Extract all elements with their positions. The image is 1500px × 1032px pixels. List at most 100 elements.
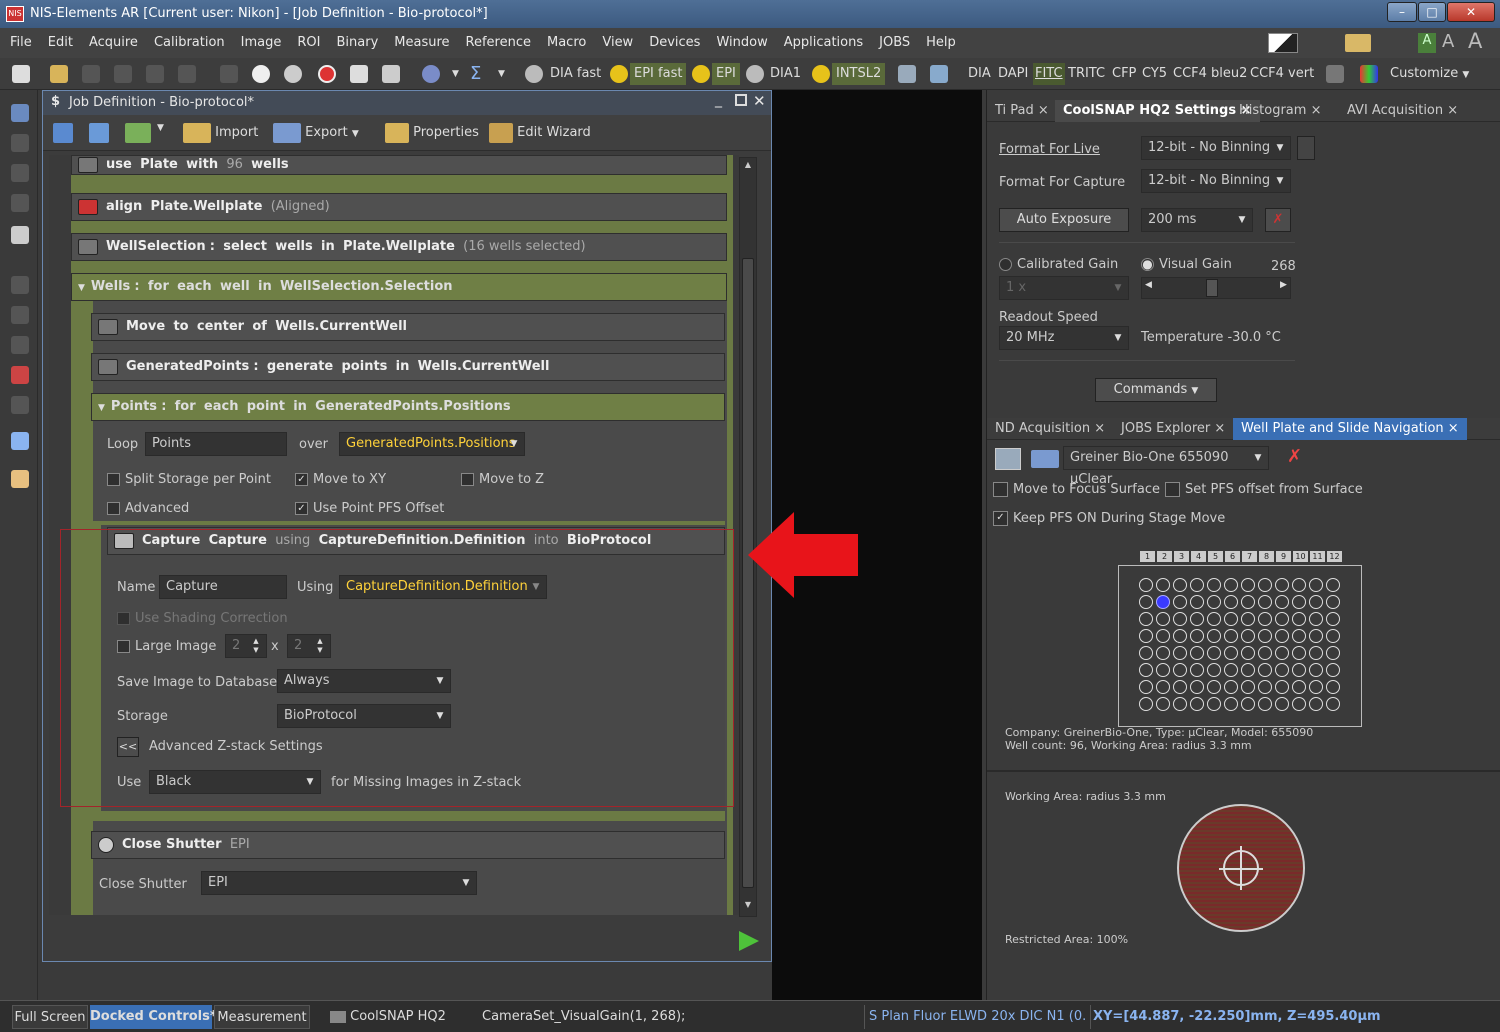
contrast-icon[interactable]: [1268, 33, 1298, 53]
column-label[interactable]: 10: [1293, 551, 1308, 562]
well[interactable]: [1241, 629, 1255, 643]
stop-square-icon[interactable]: [220, 65, 238, 83]
focus-surface-checkbox[interactable]: Move to Focus Surface: [993, 482, 1160, 497]
well[interactable]: [1275, 680, 1289, 694]
well[interactable]: [1207, 612, 1221, 626]
column-label[interactable]: 2: [1157, 551, 1172, 562]
new-icon[interactable]: [12, 65, 30, 83]
scroll-up-icon[interactable]: ▲: [741, 160, 755, 174]
tab-well-plate-navigation[interactable]: Well Plate and Slide Navigation ×: [1233, 418, 1467, 440]
save-as-icon[interactable]: [89, 123, 109, 143]
readout-select[interactable]: 20 MHz ▼: [999, 326, 1129, 350]
keep-pfs-checkbox[interactable]: ✓ Keep PFS ON During Stage Move: [993, 511, 1225, 526]
redo-icon[interactable]: [146, 65, 164, 83]
well[interactable]: [1173, 697, 1187, 711]
well[interactable]: [1190, 629, 1204, 643]
well[interactable]: [1326, 595, 1340, 609]
menu-reference[interactable]: Reference: [458, 28, 539, 58]
well-plate-grid[interactable]: [1118, 565, 1362, 727]
loop-name-input[interactable]: Points: [145, 432, 287, 456]
dia-fast-button[interactable]: DIA fast: [550, 63, 601, 85]
select-arrow-icon[interactable]: [11, 104, 29, 122]
well[interactable]: [1156, 629, 1170, 643]
well[interactable]: [1173, 595, 1187, 609]
color-icon[interactable]: [1360, 65, 1378, 83]
gear-icon[interactable]: [11, 432, 29, 450]
report-icon[interactable]: [11, 470, 29, 488]
menu-roi[interactable]: ROI: [289, 28, 328, 58]
font-large-icon[interactable]: A: [1468, 29, 1482, 53]
tab-coolsnap-settings[interactable]: CoolSNAP HQ2 Settings ×: [1055, 100, 1260, 122]
well[interactable]: [1207, 663, 1221, 677]
menu-edit[interactable]: Edit: [40, 28, 81, 58]
over-select[interactable]: GeneratedPoints.Positions ▼: [339, 432, 525, 456]
move-z-checkbox[interactable]: Move to Z: [461, 472, 544, 487]
export-button[interactable]: Export ▼: [273, 121, 359, 145]
roi-icon[interactable]: [11, 336, 29, 354]
column-label[interactable]: 9: [1276, 551, 1291, 562]
dia1-button[interactable]: DIA1: [770, 63, 801, 85]
menu-measure[interactable]: Measure: [386, 28, 457, 58]
well[interactable]: [1275, 663, 1289, 677]
well[interactable]: [1139, 646, 1153, 660]
column-label[interactable]: 12: [1327, 551, 1342, 562]
rotate-icon[interactable]: [11, 226, 29, 244]
add-task-icon[interactable]: [125, 123, 151, 143]
tab-nd-acquisition[interactable]: ND Acquisition ×: [987, 418, 1113, 440]
well[interactable]: [1275, 612, 1289, 626]
menu-binary[interactable]: Binary: [329, 28, 387, 58]
filter-ccf4-vert[interactable]: CCF4 vert: [1250, 63, 1314, 85]
well[interactable]: [1207, 680, 1221, 694]
task-well-selection[interactable]: WellSelection : select wells in Plate.We…: [71, 233, 727, 261]
stack-icon[interactable]: [11, 306, 29, 324]
column-label[interactable]: 5: [1208, 551, 1223, 562]
well[interactable]: [1139, 578, 1153, 592]
well[interactable]: [1173, 612, 1187, 626]
measurement-tab[interactable]: Measurement: [214, 1005, 310, 1029]
sum-icon[interactable]: Σ: [470, 63, 481, 85]
well[interactable]: [1207, 578, 1221, 592]
well[interactable]: [1139, 697, 1153, 711]
well[interactable]: [1224, 612, 1238, 626]
well[interactable]: [1292, 697, 1306, 711]
slider-thumb[interactable]: [1206, 279, 1218, 297]
well[interactable]: [1224, 697, 1238, 711]
well[interactable]: [1258, 663, 1272, 677]
well[interactable]: [1309, 595, 1323, 609]
auto-exposure-button[interactable]: Auto Exposure: [999, 208, 1129, 232]
well[interactable]: [1224, 680, 1238, 694]
tool-icon[interactable]: [178, 65, 196, 83]
well[interactable]: [1173, 663, 1187, 677]
menu-macro[interactable]: Macro: [539, 28, 594, 58]
well[interactable]: [1326, 629, 1340, 643]
well[interactable]: [1139, 680, 1153, 694]
well[interactable]: [1292, 595, 1306, 609]
exposure-select[interactable]: 200 ms ▼: [1141, 208, 1253, 232]
move-xy-checkbox[interactable]: ✓ Move to XY: [295, 472, 386, 487]
well[interactable]: [1190, 663, 1204, 677]
format-live-select[interactable]: 12-bit - No Binning ▼: [1141, 136, 1291, 160]
well[interactable]: [1156, 595, 1170, 609]
well[interactable]: [1190, 612, 1204, 626]
column-label[interactable]: 3: [1174, 551, 1189, 562]
filter-dia[interactable]: DIA: [968, 63, 991, 85]
well[interactable]: [1326, 612, 1340, 626]
tab-avi-acquisition[interactable]: AVI Acquisition ×: [1339, 100, 1466, 122]
well[interactable]: [1326, 646, 1340, 660]
well[interactable]: [1258, 629, 1272, 643]
menu-image[interactable]: Image: [233, 28, 290, 58]
well[interactable]: [1156, 612, 1170, 626]
close-icon[interactable]: ×: [1448, 421, 1459, 436]
format-capture-select[interactable]: 12-bit - No Binning ▼: [1141, 169, 1291, 193]
well[interactable]: [1190, 578, 1204, 592]
record-stop-icon[interactable]: [318, 65, 336, 83]
format-extra-button[interactable]: [1297, 136, 1315, 160]
maximize-button[interactable]: □: [1418, 2, 1446, 22]
well[interactable]: [1292, 680, 1306, 694]
well[interactable]: [1207, 629, 1221, 643]
menu-calibration[interactable]: Calibration: [146, 28, 233, 58]
column-label[interactable]: 11: [1310, 551, 1325, 562]
visual-gain-radio[interactable]: ● Visual Gain: [1141, 257, 1232, 272]
well[interactable]: [1139, 629, 1153, 643]
filter-fitc[interactable]: FITC: [1033, 63, 1065, 85]
